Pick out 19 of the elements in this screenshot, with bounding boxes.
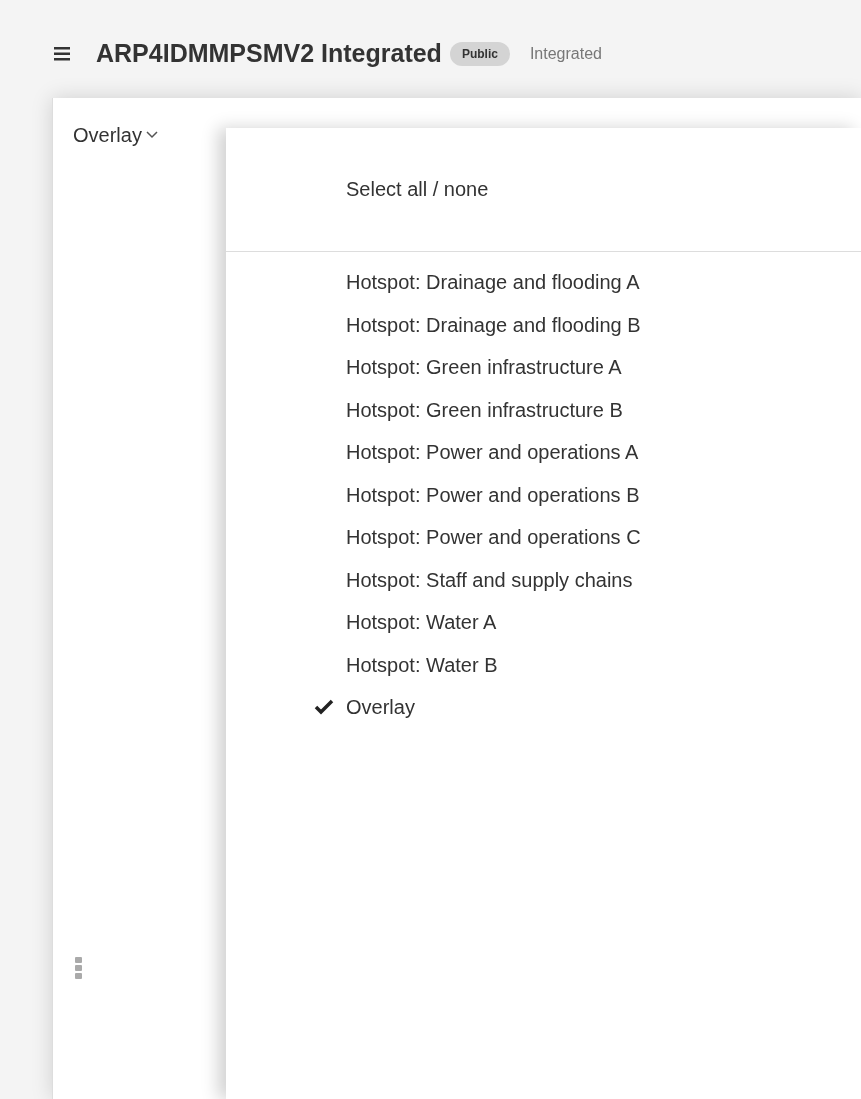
menu-option[interactable]: Hotspot: Drainage and flooding A bbox=[346, 267, 640, 298]
menu-option[interactable]: Hotspot: Power and operations A bbox=[346, 437, 639, 468]
chevron-down-icon bbox=[145, 131, 158, 139]
menu-option[interactable]: Hotspot: Staff and supply chains bbox=[346, 564, 633, 595]
menu-option[interactable]: Hotspot: Water B bbox=[346, 649, 498, 680]
drag-handle-icon[interactable] bbox=[75, 957, 83, 979]
menu-option[interactable]: Overlay bbox=[346, 692, 415, 723]
menu-icon[interactable] bbox=[54, 46, 72, 62]
menu-option[interactable]: Hotspot: Green infrastructure A bbox=[346, 352, 622, 383]
page-subtitle: Integrated bbox=[529, 44, 602, 64]
menu-option[interactable]: Hotspot: Power and operations B bbox=[346, 479, 640, 510]
page-title: ARP4IDMMPSMV2 Integrated bbox=[96, 38, 442, 70]
visibility-badge: Public bbox=[449, 42, 510, 66]
menu-option[interactable]: Hotspot: Power and operations C bbox=[346, 522, 641, 553]
menu-option[interactable]: Hotspot: Green infrastructure B bbox=[346, 394, 623, 425]
overlay-dropdown[interactable]: Overlay bbox=[73, 120, 158, 150]
select-all-option[interactable]: Select all / none bbox=[346, 173, 489, 204]
menu-option[interactable]: Hotspot: Water A bbox=[346, 607, 497, 638]
menu-option[interactable]: Hotspot: Drainage and flooding B bbox=[346, 309, 641, 340]
